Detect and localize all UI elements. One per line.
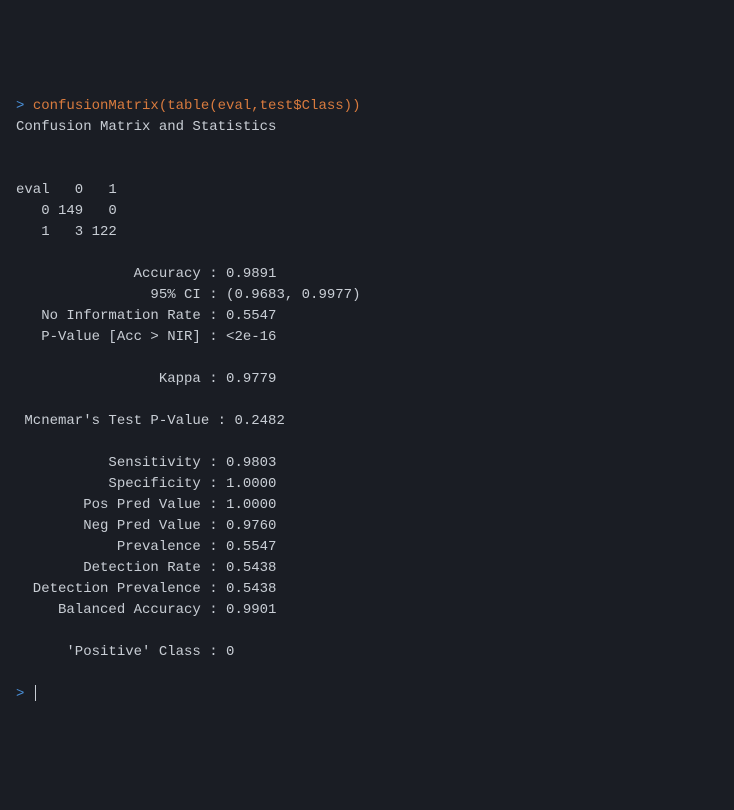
prompt-symbol: > — [16, 98, 33, 114]
stat-positive-class-value: 0 — [226, 644, 234, 660]
stat-ppv-label: Pos Pred Value : — [16, 497, 226, 513]
stat-specificity-label: Specificity : — [16, 476, 226, 492]
matrix-header: eval 0 1 — [16, 182, 117, 198]
stat-accuracy-value: 0.9891 — [226, 266, 276, 282]
stat-ci-value: (0.9683, 0.9977) — [226, 287, 360, 303]
stat-prevalence-value: 0.5547 — [226, 539, 276, 555]
matrix-row-1: 1 3 122 — [16, 224, 117, 240]
stat-pvalue-label: P-Value [Acc > NIR] : — [16, 329, 226, 345]
matrix-row-0: 0 149 0 — [16, 203, 117, 219]
stat-prevalence-label: Prevalence : — [16, 539, 226, 555]
stat-detection-rate-value: 0.5438 — [226, 560, 276, 576]
stat-nir-value: 0.5547 — [226, 308, 276, 324]
stat-ci-label: 95% CI : — [16, 287, 226, 303]
command-input: confusionMatrix(table(eval,test$Class)) — [33, 98, 361, 114]
stat-detection-prev-label: Detection Prevalence : — [16, 581, 226, 597]
prompt-symbol-next[interactable]: > — [16, 686, 33, 702]
stat-detection-prev-value: 0.5438 — [226, 581, 276, 597]
console-output: > confusionMatrix(table(eval,test$Class)… — [16, 96, 718, 705]
stat-npv-value: 0.9760 — [226, 518, 276, 534]
stat-specificity-value: 1.0000 — [226, 476, 276, 492]
stat-npv-label: Neg Pred Value : — [16, 518, 226, 534]
stat-balanced-acc-value: 0.9901 — [226, 602, 276, 618]
stat-sensitivity-label: Sensitivity : — [16, 455, 226, 471]
output-title: Confusion Matrix and Statistics — [16, 119, 276, 135]
stat-sensitivity-value: 0.9803 — [226, 455, 276, 471]
stat-mcnemar-label: Mcnemar's Test P-Value : — [16, 413, 234, 429]
stat-kappa-value: 0.9779 — [226, 371, 276, 387]
stat-nir-label: No Information Rate : — [16, 308, 226, 324]
stat-pvalue-value: <2e-16 — [226, 329, 276, 345]
stat-kappa-label: Kappa : — [16, 371, 226, 387]
stat-detection-rate-label: Detection Rate : — [16, 560, 226, 576]
stat-ppv-value: 1.0000 — [226, 497, 276, 513]
stat-mcnemar-value: 0.2482 — [234, 413, 284, 429]
stat-accuracy-label: Accuracy : — [16, 266, 226, 282]
stat-balanced-acc-label: Balanced Accuracy : — [16, 602, 226, 618]
stat-positive-class-label: 'Positive' Class : — [16, 644, 226, 660]
cursor-icon[interactable] — [35, 685, 36, 701]
